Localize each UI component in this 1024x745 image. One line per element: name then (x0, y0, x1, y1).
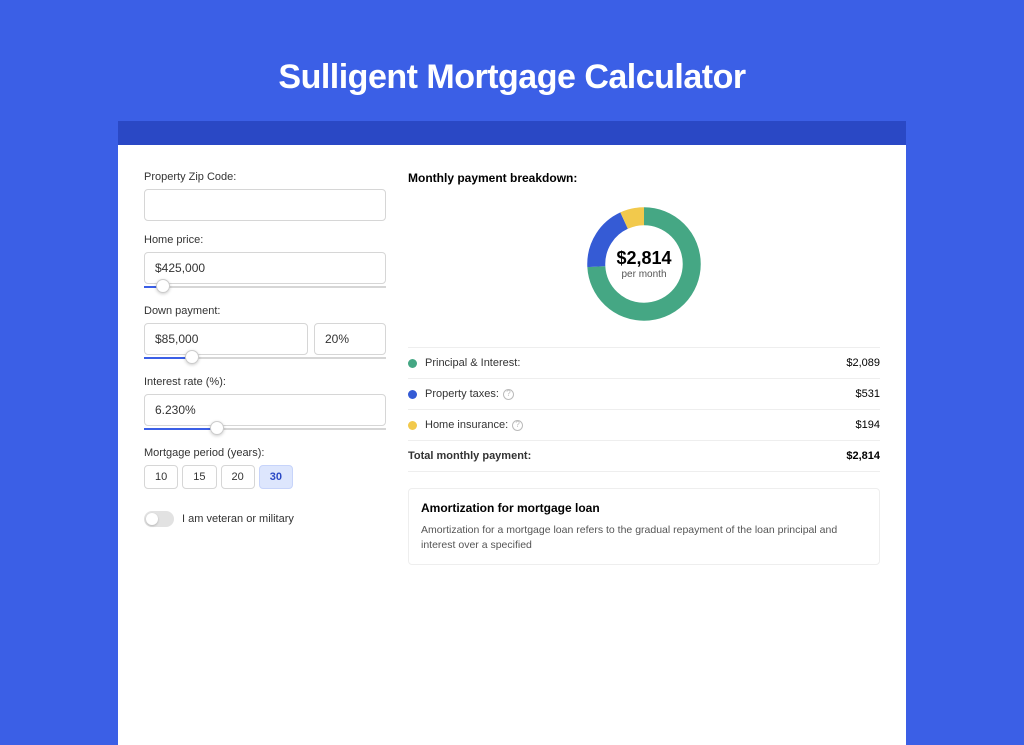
slider-thumb[interactable] (210, 421, 224, 435)
period-option-15[interactable]: 15 (182, 465, 216, 489)
zip-label: Property Zip Code: (144, 171, 386, 183)
page-title: Sulligent Mortgage Calculator (0, 0, 1024, 121)
breakdown-panel: Monthly payment breakdown: $2,814 per mo… (408, 171, 880, 705)
slider-thumb[interactable] (185, 350, 199, 364)
veteran-label: I am veteran or military (182, 513, 294, 525)
breakdown-value: $194 (856, 419, 880, 431)
breakdown-value: $531 (856, 388, 880, 400)
breakdown-label: Home insurance: (425, 419, 508, 431)
interest-rate-input[interactable] (144, 394, 386, 426)
donut-sub-label: per month (621, 269, 666, 280)
breakdown-total-value: $2,814 (846, 450, 880, 462)
amortization-section: Amortization for mortgage loan Amortizat… (408, 488, 880, 565)
calculator-card: Property Zip Code: Home price: Down paym… (118, 145, 906, 745)
donut-total-value: $2,814 (616, 248, 671, 269)
breakdown-title: Monthly payment breakdown: (408, 171, 880, 185)
home-price-input[interactable] (144, 252, 386, 284)
breakdown-row-principal: Principal & Interest: $2,089 (408, 348, 880, 379)
period-option-30[interactable]: 30 (259, 465, 293, 489)
slider-thumb[interactable] (156, 279, 170, 293)
legend-dot-icon (408, 359, 417, 368)
amortization-text: Amortization for a mortgage loan refers … (421, 523, 867, 552)
legend-dot-icon (408, 421, 417, 430)
amortization-title: Amortization for mortgage loan (421, 501, 867, 515)
interest-rate-slider[interactable] (144, 424, 386, 434)
breakdown-value: $2,089 (846, 357, 880, 369)
home-price-label: Home price: (144, 234, 386, 246)
breakdown-row-insurance: Home insurance: ? $194 (408, 410, 880, 441)
interest-rate-label: Interest rate (%): (144, 376, 386, 388)
breakdown-row-taxes: Property taxes: ? $531 (408, 379, 880, 410)
legend-dot-icon (408, 390, 417, 399)
down-payment-input[interactable] (144, 323, 308, 355)
down-payment-slider[interactable] (144, 353, 386, 363)
period-option-20[interactable]: 20 (221, 465, 255, 489)
down-payment-label: Down payment: (144, 305, 386, 317)
period-option-10[interactable]: 10 (144, 465, 178, 489)
header-banner (118, 121, 906, 145)
info-icon[interactable]: ? (512, 420, 523, 431)
veteran-toggle[interactable] (144, 511, 174, 527)
down-payment-pct-input[interactable] (314, 323, 386, 355)
breakdown-row-total: Total monthly payment: $2,814 (408, 441, 880, 472)
zip-input[interactable] (144, 189, 386, 221)
period-label: Mortgage period (years): (144, 447, 386, 459)
breakdown-total-label: Total monthly payment: (408, 450, 531, 462)
info-icon[interactable]: ? (503, 389, 514, 400)
period-button-group: 10 15 20 30 (144, 465, 386, 489)
breakdown-label: Property taxes: (425, 388, 499, 400)
inputs-panel: Property Zip Code: Home price: Down paym… (144, 171, 386, 705)
payment-donut-chart: $2,814 per month (581, 201, 707, 327)
home-price-slider[interactable] (144, 282, 386, 292)
breakdown-label: Principal & Interest: (425, 357, 520, 369)
